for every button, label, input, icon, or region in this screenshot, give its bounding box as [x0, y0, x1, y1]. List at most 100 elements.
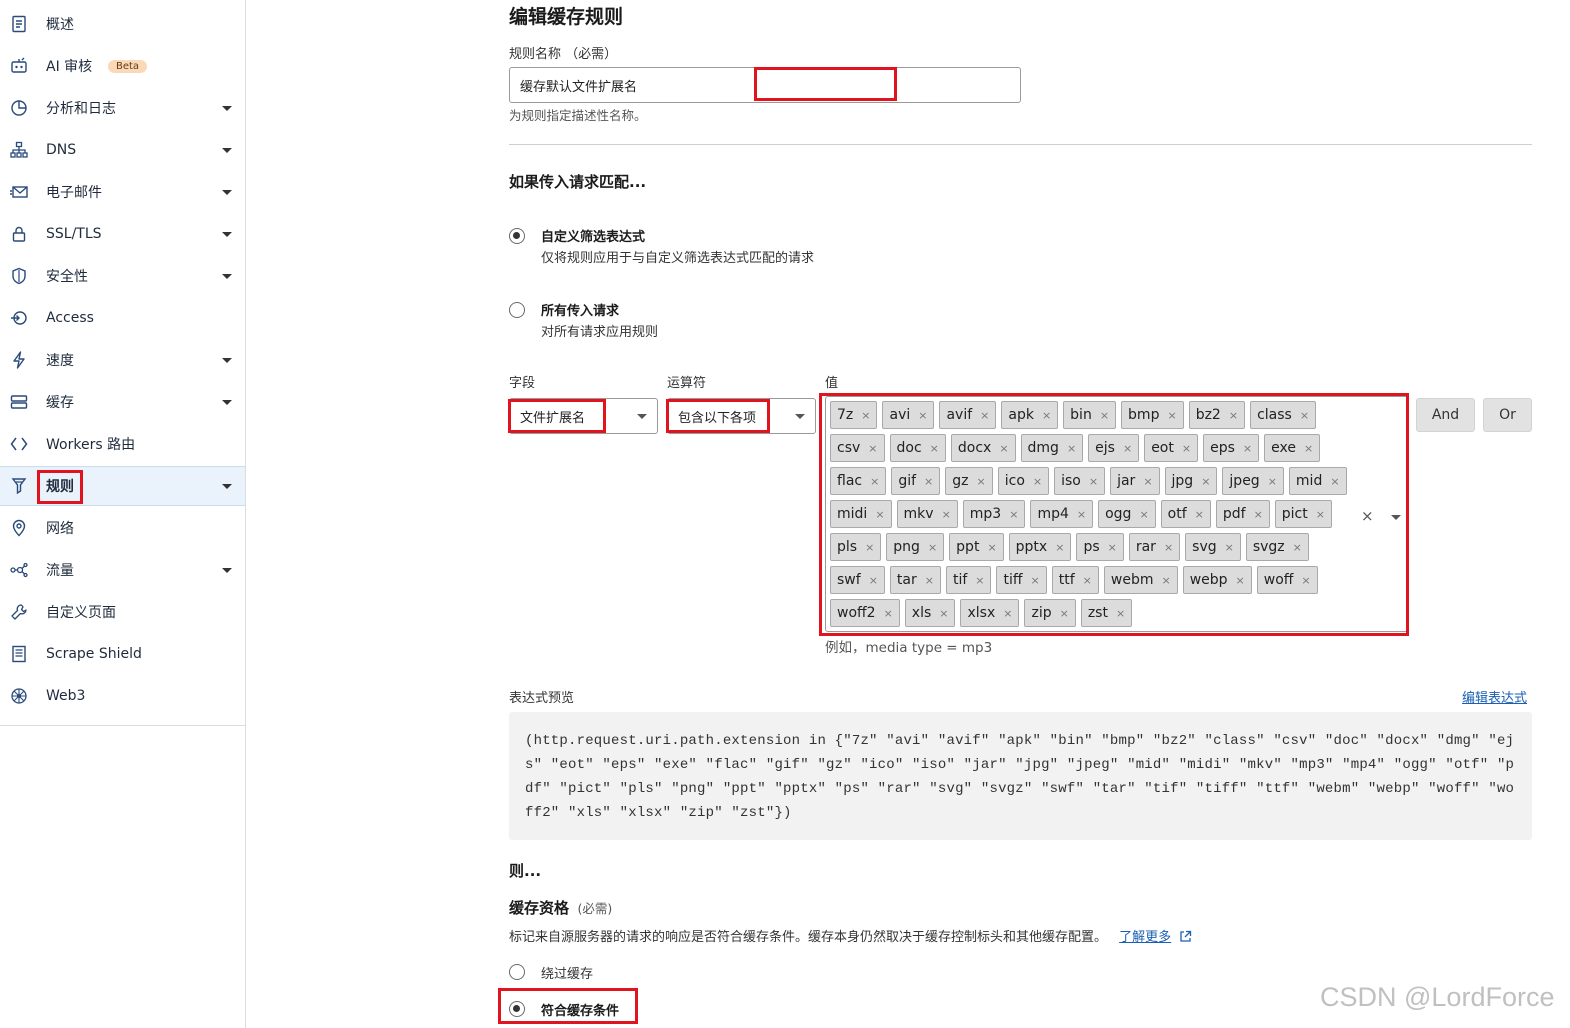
- remove-tag-icon[interactable]: ×: [1003, 607, 1012, 620]
- sidebar-item-2[interactable]: AI 审核 Beta: [0, 46, 245, 86]
- remove-tag-icon[interactable]: ×: [1089, 475, 1098, 488]
- field-select-value: 文件扩展名: [520, 410, 586, 426]
- remove-tag-icon[interactable]: ×: [930, 442, 939, 455]
- chevron-down-icon[interactable]: [222, 567, 232, 573]
- remove-tag-icon[interactable]: ×: [939, 607, 948, 620]
- remove-tag-icon[interactable]: ×: [1164, 541, 1173, 554]
- sidebar-item-17[interactable]: Web3: [0, 676, 245, 716]
- chevron-down-icon[interactable]: [222, 231, 232, 237]
- remove-tag-icon[interactable]: ×: [1108, 541, 1117, 554]
- remove-tag-icon[interactable]: ×: [1083, 574, 1092, 587]
- remove-tag-icon[interactable]: ×: [1243, 442, 1252, 455]
- chevron-down-icon[interactable]: [222, 189, 232, 195]
- sidebar-item-8[interactable]: Access: [0, 298, 245, 338]
- remove-tag-icon[interactable]: ×: [1182, 442, 1191, 455]
- operator-select[interactable]: 包含以下各项: [667, 398, 816, 434]
- sidebar-item-3[interactable]: 分析和日志: [0, 88, 245, 128]
- chevron-down-icon[interactable]: [222, 273, 232, 279]
- radio-custom-expression[interactable]: [509, 228, 525, 244]
- remove-tag-icon[interactable]: ×: [1067, 442, 1076, 455]
- remove-tag-icon[interactable]: ×: [980, 409, 989, 422]
- chevron-down-icon[interactable]: [222, 105, 232, 111]
- remove-tag-icon[interactable]: ×: [1225, 541, 1234, 554]
- chevron-down-icon[interactable]: [222, 483, 232, 489]
- remove-tag-icon[interactable]: ×: [1293, 541, 1302, 554]
- edit-expression-link[interactable]: 编辑表达式: [1462, 687, 1527, 706]
- remove-tag-icon[interactable]: ×: [1100, 409, 1109, 422]
- remove-tag-icon[interactable]: ×: [1009, 508, 1018, 521]
- remove-tag-icon[interactable]: ×: [987, 541, 996, 554]
- field-select[interactable]: 文件扩展名: [509, 398, 658, 434]
- remove-tag-icon[interactable]: ×: [928, 541, 937, 554]
- sidebar-item-10[interactable]: 缓存: [0, 382, 245, 422]
- sidebar-item-15[interactable]: 自定义页面: [0, 592, 245, 632]
- remove-tag-icon[interactable]: ×: [1077, 508, 1086, 521]
- sidebar-item-5[interactable]: 电子邮件: [0, 172, 245, 212]
- remove-tag-icon[interactable]: ×: [1055, 541, 1064, 554]
- remove-tag-icon[interactable]: ×: [1195, 508, 1204, 521]
- remove-tag-icon[interactable]: ×: [942, 508, 951, 521]
- remove-tag-icon[interactable]: ×: [1201, 475, 1210, 488]
- learn-more-link[interactable]: 了解更多: [1119, 930, 1171, 945]
- remove-tag-icon[interactable]: ×: [1330, 475, 1339, 488]
- sidebar-item-13[interactable]: 网络: [0, 508, 245, 548]
- rule-name-hint: 为规则指定描述性名称。: [509, 108, 647, 123]
- remove-tag-icon[interactable]: ×: [1300, 409, 1309, 422]
- remove-tag-icon[interactable]: ×: [924, 475, 933, 488]
- chevron-down-icon[interactable]: [222, 399, 232, 405]
- remove-tag-icon[interactable]: ×: [1060, 607, 1069, 620]
- remove-tag-icon[interactable]: ×: [870, 475, 879, 488]
- radio-all-requests[interactable]: [509, 302, 525, 318]
- remove-tag-icon[interactable]: ×: [918, 409, 927, 422]
- remove-tag-icon[interactable]: ×: [869, 574, 878, 587]
- value-multiselect[interactable]: 7z × avi × avif × apk × bin × bmp × bz2 × class × csv × do…: [825, 396, 1409, 632]
- sidebar-item-7[interactable]: 安全性: [0, 256, 245, 296]
- remove-tag-icon[interactable]: ×: [1268, 475, 1277, 488]
- remove-tag-icon[interactable]: ×: [861, 409, 870, 422]
- remove-tag-icon[interactable]: ×: [1229, 409, 1238, 422]
- remove-tag-icon[interactable]: ×: [975, 574, 984, 587]
- sidebar-item-14[interactable]: 流量: [0, 550, 245, 590]
- remove-tag-icon[interactable]: ×: [1316, 508, 1325, 521]
- remove-tag-icon[interactable]: ×: [977, 475, 986, 488]
- remove-tag-icon[interactable]: ×: [884, 607, 893, 620]
- remove-tag-icon[interactable]: ×: [925, 574, 934, 587]
- value-tag: tar ×: [889, 566, 941, 594]
- remove-tag-icon[interactable]: ×: [875, 508, 884, 521]
- remove-tag-icon[interactable]: ×: [1254, 508, 1263, 521]
- remove-tag-icon[interactable]: ×: [1116, 607, 1125, 620]
- rule-name-input[interactable]: 缓存默认文件扩展名: [509, 67, 1021, 103]
- sidebar-item-16[interactable]: Scrape Shield: [0, 634, 245, 674]
- remove-tag-icon[interactable]: ×: [865, 541, 874, 554]
- sidebar-item-9[interactable]: 速度: [0, 340, 245, 380]
- remove-tag-icon[interactable]: ×: [1161, 574, 1170, 587]
- remove-tag-icon[interactable]: ×: [1236, 574, 1245, 587]
- sidebar-item-4[interactable]: DNS: [0, 130, 245, 170]
- remove-tag-icon[interactable]: ×: [868, 442, 877, 455]
- sidebar-item-11[interactable]: Workers 路由: [0, 424, 245, 464]
- sidebar-item-12[interactable]: 规则: [0, 466, 245, 506]
- chevron-down-icon[interactable]: [1391, 515, 1401, 520]
- remove-tag-icon[interactable]: ×: [999, 442, 1008, 455]
- email-icon: [9, 182, 29, 202]
- remove-tag-icon[interactable]: ×: [1042, 409, 1051, 422]
- sidebar-item-6[interactable]: SSL/TLS: [0, 214, 245, 254]
- and-button[interactable]: And: [1416, 398, 1475, 432]
- remove-tag-icon[interactable]: ×: [1123, 442, 1132, 455]
- radio-eligible-cache[interactable]: [509, 1001, 525, 1017]
- remove-tag-icon[interactable]: ×: [1301, 574, 1310, 587]
- remove-tag-icon[interactable]: ×: [1167, 409, 1176, 422]
- value-tag-label: zip: [1031, 605, 1052, 621]
- or-button[interactable]: Or: [1483, 398, 1532, 432]
- sidebar-item-1[interactable]: 概述: [0, 4, 245, 44]
- remove-tag-icon[interactable]: ×: [1139, 508, 1148, 521]
- radio-bypass-cache[interactable]: [509, 964, 525, 980]
- remove-tag-icon[interactable]: ×: [1143, 475, 1152, 488]
- external-link-icon[interactable]: [1179, 930, 1192, 947]
- remove-tag-icon[interactable]: ×: [1033, 475, 1042, 488]
- remove-tag-icon[interactable]: ×: [1031, 574, 1040, 587]
- remove-tag-icon[interactable]: ×: [1304, 442, 1313, 455]
- chevron-down-icon[interactable]: [222, 357, 232, 363]
- clear-icon[interactable]: ×: [1361, 507, 1374, 525]
- chevron-down-icon[interactable]: [222, 147, 232, 153]
